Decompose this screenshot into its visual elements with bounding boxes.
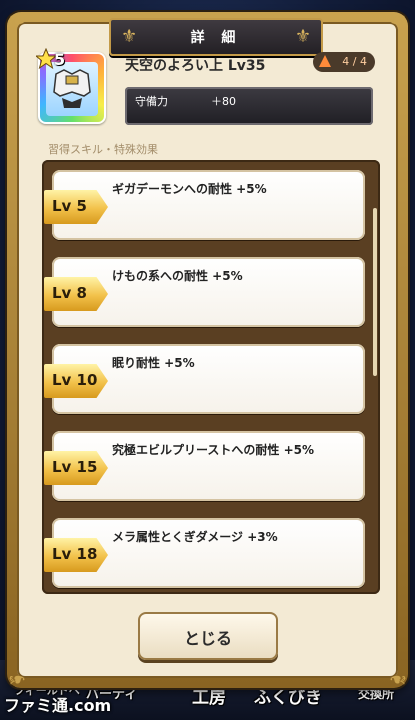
equipment-icon: 5 <box>36 48 106 124</box>
item-name: 天空のよろい上 Lv35 <box>125 58 266 74</box>
page-indicator: 4 / 4 <box>313 52 375 72</box>
level-text: Lv 8 <box>52 284 87 302</box>
page-count: 4 / 4 <box>342 55 367 68</box>
close-button[interactable]: とじる <box>138 612 278 660</box>
skill-text: けもの系への耐性 +5% <box>112 269 243 283</box>
skill-text: メラ属性とくぎダメージ +3% <box>112 530 278 544</box>
rarity-value: 5 <box>54 50 66 69</box>
level-badge: Lv 5 <box>44 190 108 224</box>
close-button-label: とじる <box>183 629 232 648</box>
corner-ornament-icon: ❧ <box>7 9 27 34</box>
level-text: Lv 18 <box>52 545 98 563</box>
level-badge: Lv 18 <box>44 538 108 572</box>
fleur-de-lis-icon: ⚜ <box>294 26 311 47</box>
level-badge: Lv 8 <box>44 277 108 311</box>
level-text: Lv 10 <box>52 371 98 389</box>
skill-text: 究極エビルプリーストへの耐性 +5% <box>112 443 315 457</box>
armor-icon <box>46 62 98 116</box>
level-badge: Lv 15 <box>44 451 108 485</box>
corner-ornament-icon: ❧ <box>388 666 408 691</box>
level-text: Lv 5 <box>52 197 87 215</box>
skill-text: ギガデーモンへの耐性 +5% <box>112 182 267 196</box>
dialog-title: 詳 細 <box>190 30 242 46</box>
scrollbar[interactable] <box>373 208 377 376</box>
corner-ornament-icon: ❧ <box>7 666 27 691</box>
stat-label: 守備力 <box>135 95 168 108</box>
skill-text: 眠り耐性 +5% <box>112 356 195 370</box>
stat-box: 守備力 ＋80 <box>125 87 373 125</box>
armor-shape-icon <box>53 69 91 108</box>
watermark: ファミ通.com <box>4 696 112 715</box>
title-tab: ⚜ 詳 細 ⚜ <box>109 18 323 56</box>
skills-list[interactable]: ギガデーモンへの耐性 +5% Lv 5 けもの系への耐性 +5% Lv 8 眠り… <box>42 160 380 594</box>
stat-value: ＋80 <box>211 95 236 108</box>
level-text: Lv 15 <box>52 458 98 476</box>
up-arrow-icon <box>319 55 331 67</box>
section-title: 習得スキル・特殊効果 <box>48 143 158 156</box>
corner-ornament-icon: ❧ <box>388 9 408 34</box>
level-badge: Lv 10 <box>44 364 108 398</box>
